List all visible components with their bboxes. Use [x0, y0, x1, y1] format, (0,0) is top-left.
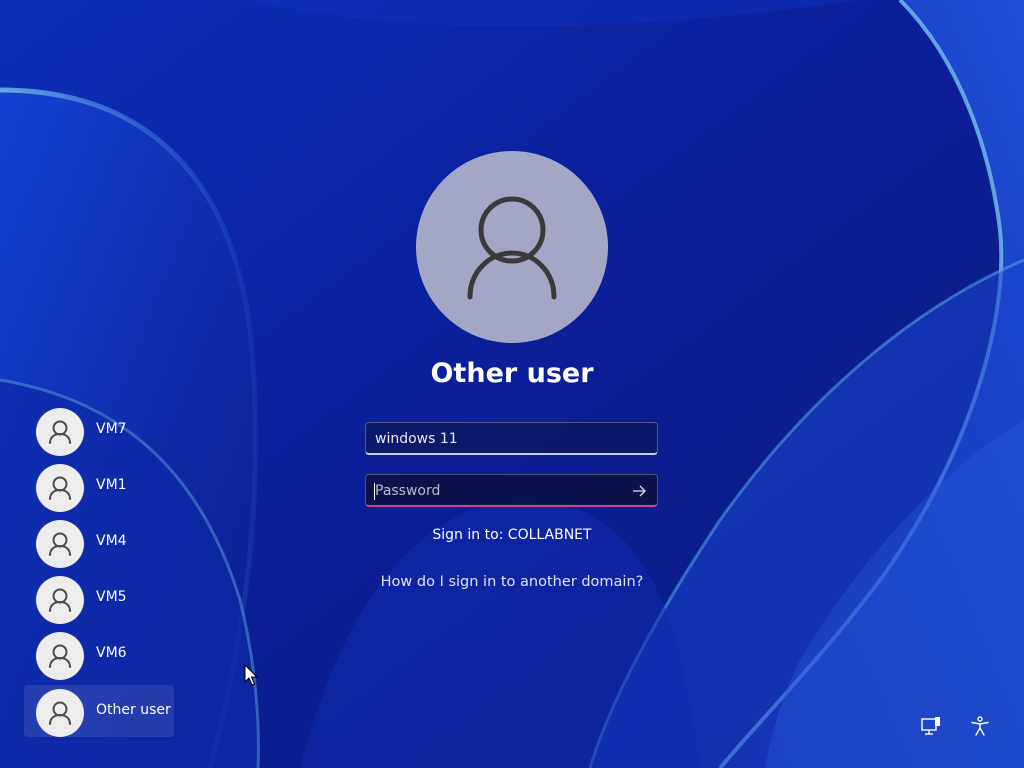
- user-avatar: [36, 689, 84, 737]
- username-value: windows 11: [375, 431, 458, 447]
- person-icon: [49, 644, 71, 668]
- person-icon: [49, 701, 71, 725]
- person-icon: [49, 476, 71, 500]
- selected-user-name: Other user: [430, 358, 594, 389]
- user-avatar: [36, 464, 84, 512]
- lock-screen: Other user windows 11 Password Sign in t…: [0, 0, 1024, 768]
- person-icon: [467, 196, 557, 300]
- user-item-label: VM1: [96, 477, 127, 493]
- user-item-vm5[interactable]: VM5: [24, 572, 174, 624]
- user-item-other-user[interactable]: Other user: [24, 685, 174, 737]
- user-item-vm4[interactable]: VM4: [24, 516, 174, 568]
- user-item-label: VM4: [96, 533, 127, 549]
- arrow-right-icon[interactable]: [629, 481, 649, 501]
- user-item-label: VM7: [96, 421, 127, 437]
- user-item-label: VM5: [96, 589, 127, 605]
- user-avatar: [36, 520, 84, 568]
- user-item-vm7[interactable]: VM7: [24, 404, 174, 456]
- person-icon: [49, 532, 71, 556]
- user-avatar-large: [416, 151, 608, 343]
- person-icon: [49, 588, 71, 612]
- password-placeholder: Password: [375, 483, 441, 499]
- user-item-vm1[interactable]: VM1: [24, 460, 174, 512]
- signin-domain-text: Sign in to: COLLABNET: [432, 527, 592, 543]
- person-icon: [49, 420, 71, 444]
- user-avatar: [36, 408, 84, 456]
- user-item-vm6[interactable]: VM6: [24, 628, 174, 680]
- other-domain-link[interactable]: How do I sign in to another domain?: [312, 574, 712, 590]
- username-field[interactable]: windows 11: [365, 422, 658, 455]
- mouse-pointer-icon: [244, 664, 259, 686]
- user-avatar: [36, 576, 84, 624]
- accessibility-icon[interactable]: [968, 714, 992, 738]
- password-field[interactable]: Password: [365, 474, 658, 507]
- user-item-label: Other user: [96, 702, 171, 718]
- user-avatar: [36, 632, 84, 680]
- user-item-label: VM6: [96, 645, 127, 661]
- network-icon[interactable]: [919, 714, 943, 738]
